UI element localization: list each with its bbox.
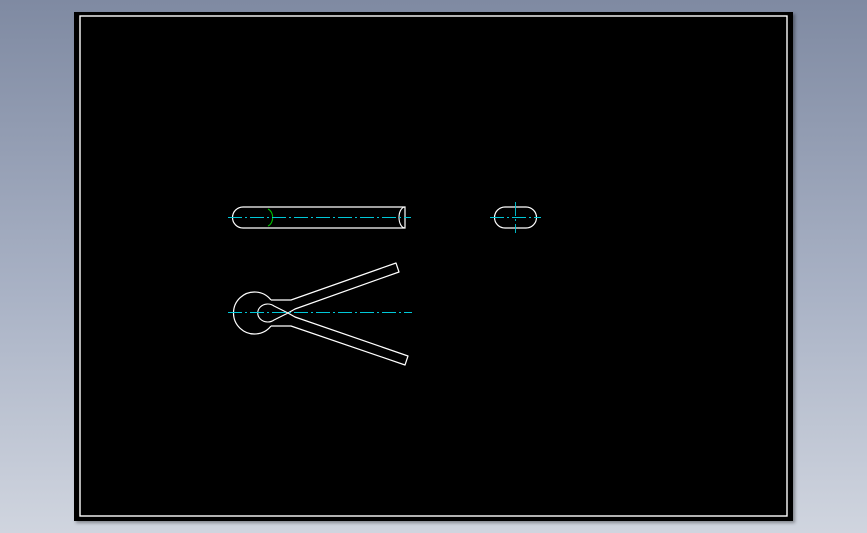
spread-legs-outline	[271, 262, 409, 366]
eye-outer-arc	[232, 291, 272, 335]
eye-inner-loop	[257, 303, 289, 323]
front-view-pin	[228, 206, 411, 229]
sheet-border-frame	[79, 15, 788, 517]
drawing-sheet	[74, 12, 793, 521]
cad-drawing	[79, 15, 788, 517]
top-view-spread-pin	[228, 262, 412, 366]
end-view-section	[490, 202, 541, 233]
